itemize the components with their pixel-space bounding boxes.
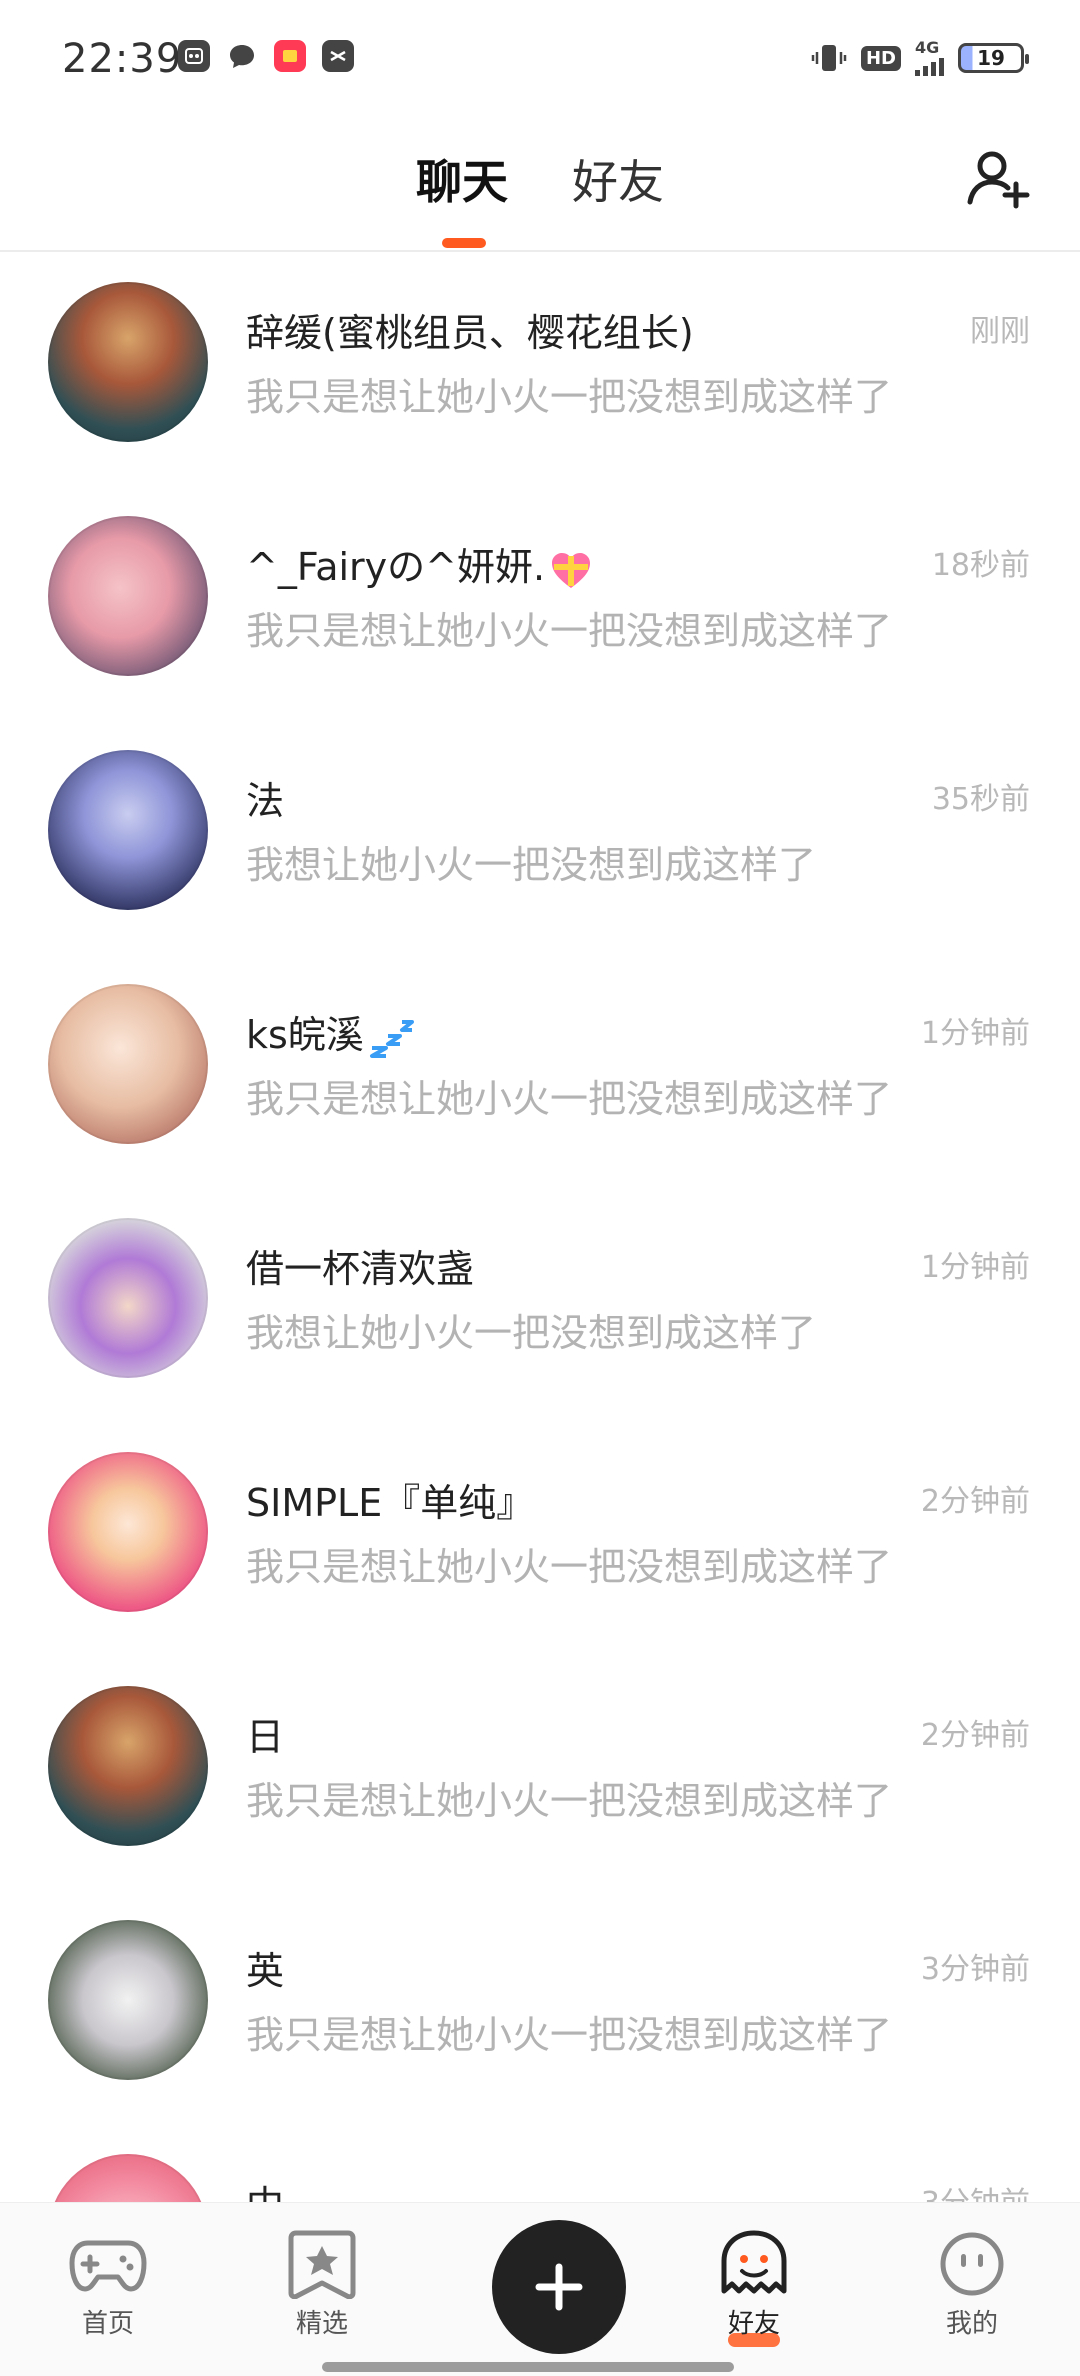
chat-time: 35秒前 — [931, 782, 1030, 817]
chat-name: 法 — [246, 779, 285, 823]
battery-icon: 19 — [958, 43, 1029, 73]
chat-last-message: 我只是想让她小火一把没想到成这样了 — [246, 2013, 893, 2057]
avatar[interactable] — [48, 516, 208, 676]
chat-time: 18秒前 — [931, 548, 1030, 583]
chat-item[interactable]: 英 3分钟前 我只是想让她小火一把没想到成这样了 — [0, 1890, 1080, 2124]
chat-item[interactable]: 日 2分钟前 我只是想让她小火一把没想到成这样了 — [0, 1656, 1080, 1890]
chat-time: 3分钟前 — [920, 1952, 1030, 1987]
chat-name: 辞缓(蜜桃组员、樱花组长) — [246, 311, 694, 355]
signal-bars-icon — [915, 56, 944, 76]
nav-mine[interactable]: 我的 — [902, 2229, 1042, 2340]
status-app-icons — [178, 40, 354, 72]
chat-name: ^_Fairyの^妍妍. — [246, 545, 546, 589]
chat-last-message: 我只是想让她小火一把没想到成这样了 — [246, 1545, 893, 1589]
capcut-icon — [322, 40, 354, 72]
chat-item[interactable]: 借一杯清欢盏 1分钟前 我想让她小火一把没想到成这样了 — [0, 1188, 1080, 1422]
chat-name: 日 — [246, 1715, 285, 1759]
chat-name-wrap: ks皖溪 — [246, 1004, 416, 1059]
tab-friends[interactable]: 好友 — [572, 146, 664, 212]
avatar[interactable] — [48, 1452, 208, 1612]
avatar[interactable] — [48, 1218, 208, 1378]
chat-time: 1分钟前 — [920, 1250, 1030, 1285]
nav-label: 首页 — [81, 2309, 134, 2339]
nav-home[interactable]: 首页 — [38, 2229, 178, 2340]
avatar[interactable] — [48, 1920, 208, 2080]
chat-item[interactable]: 辞缓(蜜桃组员、樱花组长) 刚刚 我只是想让她小火一把没想到成这样了 — [0, 252, 1080, 486]
status-indicators: HD 4G 19 — [811, 40, 1029, 76]
chat-last-message: 我只是想让她小火一把没想到成这样了 — [246, 609, 893, 653]
battery-level: 19 — [977, 46, 1005, 70]
create-button[interactable] — [492, 2220, 626, 2354]
nav-label: 好友 — [727, 2309, 780, 2339]
chat-last-message: 我想让她小火一把没想到成这样了 — [246, 843, 817, 887]
signal-indicator: 4G — [915, 40, 944, 76]
chat-bubble-icon — [226, 40, 258, 72]
status-bar: 22:39 HD 4G 19 — [0, 0, 1080, 116]
zzz-icon — [369, 1019, 414, 1058]
gift-heart-icon — [552, 552, 591, 588]
add-friend-icon[interactable] — [964, 144, 1034, 214]
chat-item[interactable]: ^_Fairyの^妍妍. 18秒前 我只是想让她小火一把没想到成这样了 — [0, 486, 1080, 720]
avatar[interactable] — [48, 282, 208, 442]
chat-time: 刚刚 — [970, 314, 1030, 349]
chat-name-wrap: ^_Fairyの^妍妍. — [246, 536, 593, 591]
chat-name: 英 — [246, 1949, 285, 1993]
nav-featured[interactable]: 精选 — [252, 2229, 392, 2340]
avatar[interactable] — [48, 1686, 208, 1846]
hd-badge: HD — [860, 45, 901, 71]
face-icon — [940, 2232, 1004, 2296]
app-icon — [178, 40, 210, 72]
chat-last-message: 我只是想让她小火一把没想到成这样了 — [246, 375, 893, 419]
chat-last-message: 我只是想让她小火一把没想到成这样了 — [246, 1779, 893, 1823]
nav-friends[interactable]: 好友 — [684, 2229, 824, 2347]
active-tab-indicator — [442, 238, 486, 248]
chat-item[interactable]: ks皖溪 1分钟前 我只是想让她小火一把没想到成这样了 — [0, 954, 1080, 1188]
avatar[interactable] — [48, 750, 208, 910]
chat-item[interactable]: 法 35秒前 我想让她小火一把没想到成这样了 — [0, 720, 1080, 954]
chat-time: 1分钟前 — [920, 1016, 1030, 1051]
avatar[interactable] — [48, 984, 208, 1144]
plus-icon — [535, 2263, 583, 2311]
tab-chat[interactable]: 聊天 — [416, 146, 508, 212]
chat-list: 辞缓(蜜桃组员、樱花组长) 刚刚 我只是想让她小火一把没想到成这样了 ^_Fai… — [0, 252, 1080, 2358]
chat-last-message: 我想让她小火一把没想到成这样了 — [246, 1311, 817, 1355]
vibrate-icon — [811, 45, 847, 71]
chat-name: ks皖溪 — [246, 1013, 364, 1057]
ghost-icon — [721, 2230, 787, 2294]
screen: 22:39 HD 4G 19 聊天 好友 辞缓(蜜桃组员、樱花组长) 刚刚 我只… — [0, 0, 1080, 2376]
chat-time: 2分钟前 — [920, 1484, 1030, 1519]
chat-name: SIMPLE『单纯』 — [246, 1481, 535, 1525]
chat-last-message: 我只是想让她小火一把没想到成这样了 — [246, 1077, 893, 1121]
gamepad-icon — [69, 2240, 147, 2292]
nav-label: 我的 — [945, 2309, 998, 2339]
star-bookmark-icon — [288, 2230, 356, 2299]
nav-label: 精选 — [295, 2309, 348, 2339]
chat-name: 借一杯清欢盏 — [246, 1247, 475, 1291]
network-type: 4G — [915, 38, 940, 57]
home-indicator[interactable] — [322, 2362, 734, 2372]
taobao-icon — [274, 40, 306, 72]
chat-item[interactable]: SIMPLE『单纯』 2分钟前 我只是想让她小火一把没想到成这样了 — [0, 1422, 1080, 1656]
chat-time: 2分钟前 — [920, 1718, 1030, 1753]
header: 聊天 好友 — [0, 120, 1080, 252]
status-time: 22:39 — [62, 36, 183, 82]
